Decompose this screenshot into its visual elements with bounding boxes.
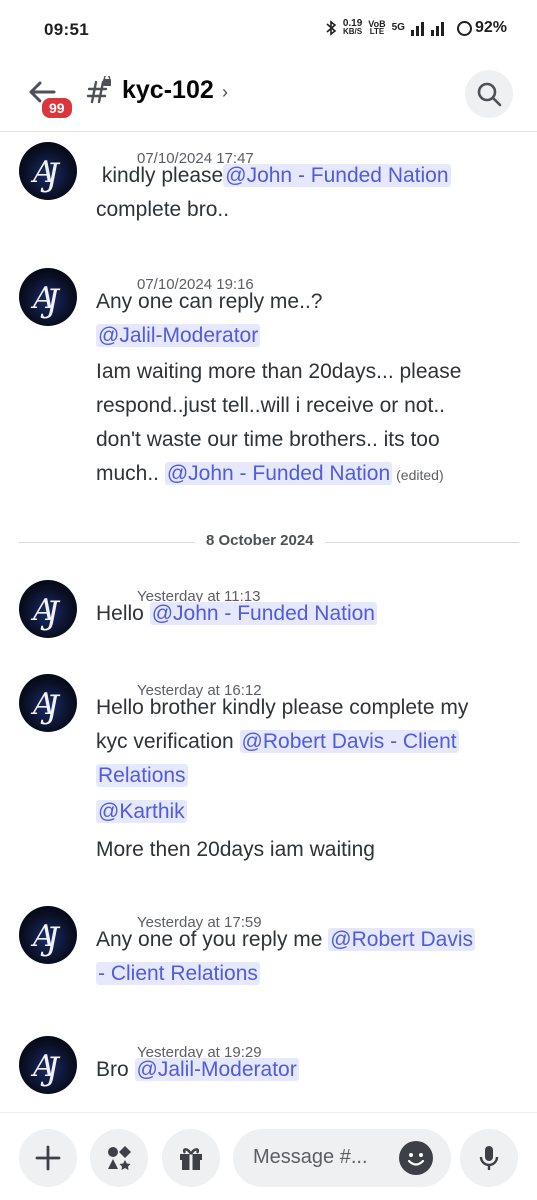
user-mention[interactable]: @Karthik bbox=[96, 800, 187, 823]
message-text: respond..just tell..will i receive or no… bbox=[96, 394, 445, 417]
message-text: kyc verification bbox=[96, 730, 240, 753]
avatar[interactable]: AJ bbox=[19, 906, 77, 964]
battery-indicator: 92% bbox=[456, 19, 507, 37]
message-line: Hello @John - Funded Nation bbox=[96, 602, 377, 626]
message-line: kyc verification @Robert Davis - Client bbox=[96, 730, 459, 754]
message-line: @Jalil-Moderator bbox=[96, 324, 261, 348]
status-time: 09:51 bbox=[44, 20, 89, 39]
message-text: Any one of you reply me bbox=[96, 928, 329, 951]
message-line: Any one of you reply me @Robert Davis bbox=[96, 928, 475, 952]
message-text: Hello brother kindly please complete my bbox=[96, 696, 469, 719]
search-button[interactable] bbox=[465, 70, 513, 118]
user-mention[interactable]: Relations bbox=[96, 764, 188, 787]
signal-icon bbox=[410, 22, 444, 36]
channel-name[interactable]: kyc-102 bbox=[122, 76, 214, 105]
unread-badge: 99 bbox=[40, 96, 74, 120]
message-text: kindly please bbox=[96, 164, 224, 187]
emoji-icon bbox=[407, 1153, 425, 1166]
message-line: @Karthik bbox=[96, 800, 187, 824]
avatar[interactable]: AJ bbox=[19, 1036, 77, 1094]
lte-label: LTE bbox=[369, 27, 385, 36]
message-line: much.. @John - Funded Nation (edited) bbox=[96, 462, 444, 486]
avatar[interactable]: AJ bbox=[19, 580, 77, 638]
message-text: More then 20days iam waiting bbox=[96, 838, 375, 861]
avatar[interactable]: AJ bbox=[19, 674, 77, 732]
message-text: Hello bbox=[96, 602, 150, 625]
volte-indicator: VoB LTE bbox=[368, 20, 385, 36]
edited-label: (edited) bbox=[396, 467, 444, 483]
user-mention[interactable]: @John - Funded Nation bbox=[223, 164, 451, 187]
chevron-right-icon[interactable]: › bbox=[222, 82, 228, 103]
channel-header: 99 kyc-102 › bbox=[0, 62, 537, 132]
message-line: don't waste our time brothers.. its too bbox=[96, 428, 440, 452]
battery-icon bbox=[456, 20, 472, 36]
network-type: 5G bbox=[391, 22, 405, 33]
message-line: Hello brother kindly please complete my bbox=[96, 696, 468, 720]
avatar[interactable]: AJ bbox=[19, 268, 77, 326]
message-text: don't waste our time brothers.. its too bbox=[96, 428, 440, 451]
apps-button[interactable] bbox=[90, 1129, 148, 1187]
battery-level: 92% bbox=[474, 19, 507, 36]
data-speed-unit: KB/S bbox=[342, 27, 363, 36]
search-icon bbox=[477, 82, 502, 107]
gift-icon bbox=[180, 1148, 202, 1170]
bluetooth-icon bbox=[326, 20, 337, 36]
message-line: - Client Relations bbox=[96, 962, 260, 986]
apps-icon bbox=[108, 1146, 131, 1170]
user-mention[interactable]: @John - Funded Nation bbox=[149, 602, 377, 625]
message-line: respond..just tell..will i receive or no… bbox=[96, 394, 445, 418]
voice-message-button[interactable] bbox=[460, 1129, 518, 1187]
message-text: complete bro.. bbox=[96, 198, 230, 221]
microphone-icon bbox=[479, 1146, 499, 1170]
message-text: Iam waiting more than 20days... please bbox=[96, 360, 462, 383]
user-mention[interactable]: - Client Relations bbox=[96, 962, 260, 985]
status-icons: 0.19 KB/S VoB LTE 5G 92% bbox=[325, 19, 507, 37]
date-divider-label: 8 October 2024 bbox=[195, 532, 325, 549]
message-line: Bro @Jalil-Moderator bbox=[96, 1058, 299, 1082]
message-text: Bro bbox=[96, 1058, 135, 1081]
message-input-placeholder: Message #... bbox=[253, 1146, 368, 1168]
data-speed: 0.19 KB/S bbox=[342, 19, 363, 36]
plus-icon bbox=[35, 1145, 61, 1171]
emoji-button[interactable] bbox=[399, 1141, 433, 1175]
message-text: much.. bbox=[96, 462, 165, 485]
message-line: kindly please@John - Funded Nation bbox=[96, 164, 451, 188]
locked-channel-icon bbox=[86, 76, 111, 104]
status-bar: 09:51 0.19 KB/S VoB LTE 5G 92% bbox=[0, 0, 537, 62]
composer-bar: Message #... bbox=[0, 1112, 537, 1200]
gift-button[interactable] bbox=[162, 1129, 220, 1187]
message-line: More then 20days iam waiting bbox=[96, 838, 375, 862]
user-mention[interactable]: @Jalil-Moderator bbox=[96, 324, 261, 347]
message-list[interactable]: A J 07/10/2024 17:47 kindly please@John - … bbox=[0, 132, 537, 1112]
add-attachment-button[interactable] bbox=[19, 1129, 77, 1187]
avatar[interactable]: AJ bbox=[19, 142, 77, 200]
user-mention[interactable]: @Robert Davis - Client bbox=[239, 730, 459, 753]
message-line: complete bro.. bbox=[96, 198, 229, 222]
message-line: Any one can reply me..? bbox=[96, 290, 322, 314]
user-mention[interactable]: @Jalil-Moderator bbox=[134, 1058, 299, 1081]
user-mention[interactable]: @Robert Davis bbox=[328, 928, 475, 951]
user-mention[interactable]: @John - Funded Nation bbox=[164, 462, 393, 485]
message-line: Iam waiting more than 20days... please bbox=[96, 360, 461, 384]
message-line: Relations bbox=[96, 764, 188, 788]
message-input[interactable]: Message #... bbox=[233, 1129, 451, 1187]
message-text: Any one can reply me..? bbox=[96, 290, 323, 313]
